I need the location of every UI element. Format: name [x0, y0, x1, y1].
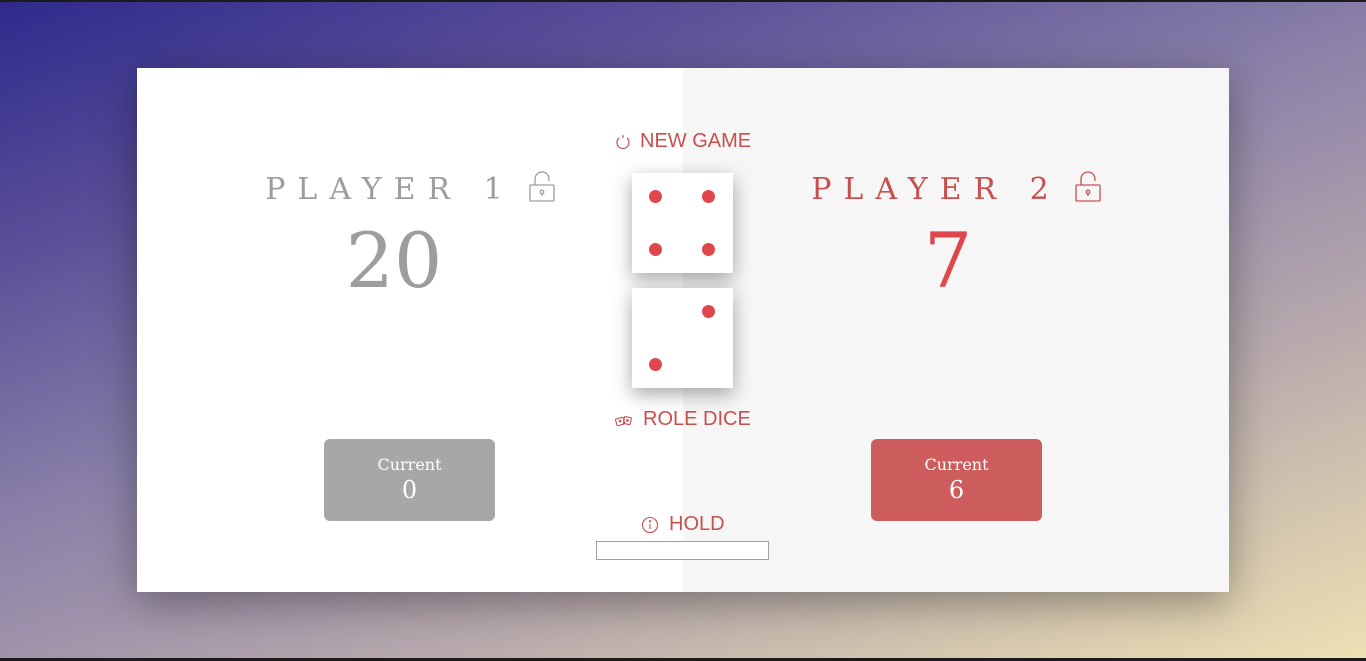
- new-game-label: NEW GAME: [640, 130, 752, 152]
- hold-label: HOLD: [669, 513, 725, 535]
- unlock-icon: [1075, 171, 1101, 203]
- player-1-score: 20: [345, 216, 443, 305]
- player-2-name: PLAYER 2: [811, 171, 1061, 207]
- player-2-current-box: Current 6: [871, 439, 1042, 521]
- info-icon: [641, 516, 659, 533]
- dice-pip: [702, 189, 716, 203]
- dice-pip: [702, 242, 716, 256]
- new-game-button[interactable]: NEW GAME: [616, 130, 751, 153]
- dice-icon: [615, 415, 632, 426]
- player-1-heading: PLAYER 1: [137, 170, 683, 207]
- dice-pip: [648, 357, 662, 371]
- player-1-current-label: Current: [377, 455, 442, 474]
- player-2-panel: PLAYER 2 7 Current 6: [683, 68, 1229, 592]
- player-1-panel: PLAYER 1 20 Current 0: [137, 68, 683, 592]
- unlock-icon: [529, 171, 555, 203]
- player-1-current-box: Current 0: [324, 439, 495, 521]
- target-score-input[interactable]: [596, 541, 769, 560]
- hold-button[interactable]: HOLD: [641, 513, 725, 536]
- roll-dice-label: ROLE DICE: [643, 408, 751, 430]
- dice-pip: [648, 189, 662, 203]
- refresh-icon: [616, 134, 630, 149]
- dice-pip: [702, 304, 716, 318]
- player-2-current-value: 6: [948, 476, 965, 504]
- dice-1: [632, 173, 733, 273]
- window-top-border: [0, 0, 1366, 2]
- player-2-heading: PLAYER 2: [683, 170, 1229, 207]
- player-2-current-label: Current: [924, 455, 989, 474]
- dice-2: [632, 288, 733, 388]
- player-1-current-value: 0: [401, 476, 418, 504]
- player-2-score: 7: [923, 216, 973, 305]
- player-1-name: PLAYER 1: [265, 171, 515, 207]
- roll-dice-button[interactable]: ROLE DICE: [615, 408, 751, 431]
- dice-pip: [648, 242, 662, 256]
